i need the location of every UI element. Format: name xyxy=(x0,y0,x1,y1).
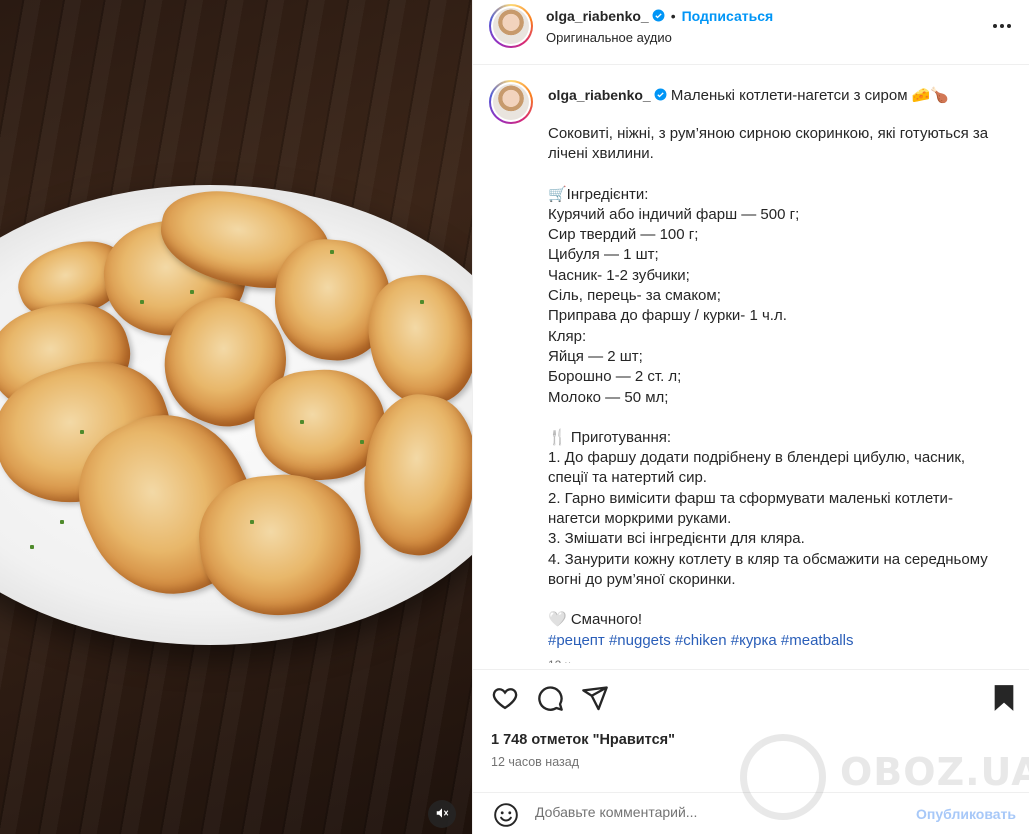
mute-icon xyxy=(435,806,449,823)
caption-text: Соковиті, ніжні, з рум’яною сирною скори… xyxy=(548,124,998,663)
save-button[interactable] xyxy=(992,684,1020,712)
hashtags: #рецепт #nuggets #chiken #курка #meatbal… xyxy=(548,631,998,651)
caption-title: Маленькі котлети-нагетси з сиром 🧀🍗 xyxy=(670,87,950,104)
dot-separator: • xyxy=(670,8,676,24)
caption-age: 12 ч xyxy=(548,655,998,663)
herb xyxy=(300,420,304,424)
likes-count[interactable]: 1 748 отметок "Нравится" xyxy=(491,732,675,748)
action-bar xyxy=(473,669,1029,729)
caption-paragraph xyxy=(548,165,998,185)
comment-bar: Опубликовать xyxy=(473,792,1029,834)
comment-icon xyxy=(538,686,563,711)
heart-icon xyxy=(492,688,518,710)
herb xyxy=(80,430,84,434)
caption-username[interactable]: olga_riabenko_ xyxy=(548,87,651,103)
post-media[interactable] xyxy=(0,0,472,834)
herb xyxy=(30,545,34,549)
like-button[interactable] xyxy=(491,684,519,712)
publish-button[interactable]: Опубликовать xyxy=(916,806,1016,822)
comment-button[interactable] xyxy=(536,684,564,712)
caption-paragraph: Соковиті, ніжні, з рум’яною сирною скори… xyxy=(548,125,993,163)
post-time[interactable]: 12 часов назад xyxy=(491,755,579,769)
emoji-button[interactable] xyxy=(493,802,519,828)
herb xyxy=(360,440,364,444)
comment-input[interactable] xyxy=(535,804,895,820)
share-icon xyxy=(582,686,608,711)
caption-paragraph: 🤍 Смачного! xyxy=(548,611,643,629)
username-link[interactable]: olga_riabenko_ xyxy=(546,8,649,24)
herb xyxy=(190,290,194,294)
caption-paragraph xyxy=(548,408,998,428)
share-button[interactable] xyxy=(581,684,609,712)
hashtag-link[interactable]: #meatballs xyxy=(781,632,854,649)
mute-button[interactable] xyxy=(428,800,456,828)
avatar[interactable] xyxy=(489,4,533,48)
bookmark-icon xyxy=(994,685,1014,711)
verified-icon xyxy=(652,9,665,22)
hashtag-link[interactable]: #рецепт xyxy=(548,632,605,649)
more-options-button[interactable] xyxy=(990,14,1014,38)
caption-area: olga_riabenko_ Маленькі котлети-нагетси … xyxy=(473,66,1029,668)
caption-paragraph xyxy=(548,590,998,610)
verified-icon xyxy=(654,88,667,101)
herb xyxy=(60,520,64,524)
follow-button[interactable]: Подписаться xyxy=(682,8,774,24)
hashtag-link[interactable]: #nuggets xyxy=(609,632,671,649)
caption-paragraph: 🍴 Приготування: 1. До фаршу додати подрі… xyxy=(548,428,988,588)
caption-paragraph: 🛒Інгредієнти: Курячий або індичий фарш —… xyxy=(548,185,800,406)
herb xyxy=(420,300,424,304)
herb xyxy=(250,520,254,524)
hashtag-link[interactable]: #курка xyxy=(731,632,777,649)
post-panel: olga_riabenko_ • Подписаться Оригинальное … xyxy=(472,0,1029,834)
herb xyxy=(140,300,144,304)
emoji-icon xyxy=(494,803,518,827)
post-header: olga_riabenko_ • Подписаться Оригинальное … xyxy=(473,0,1029,65)
caption-avatar[interactable] xyxy=(489,80,533,124)
herb xyxy=(330,250,334,254)
audio-label[interactable]: Оригинальное аудио xyxy=(546,30,672,45)
hashtag-link[interactable]: #chiken xyxy=(675,632,727,649)
more-icon xyxy=(993,24,1011,28)
